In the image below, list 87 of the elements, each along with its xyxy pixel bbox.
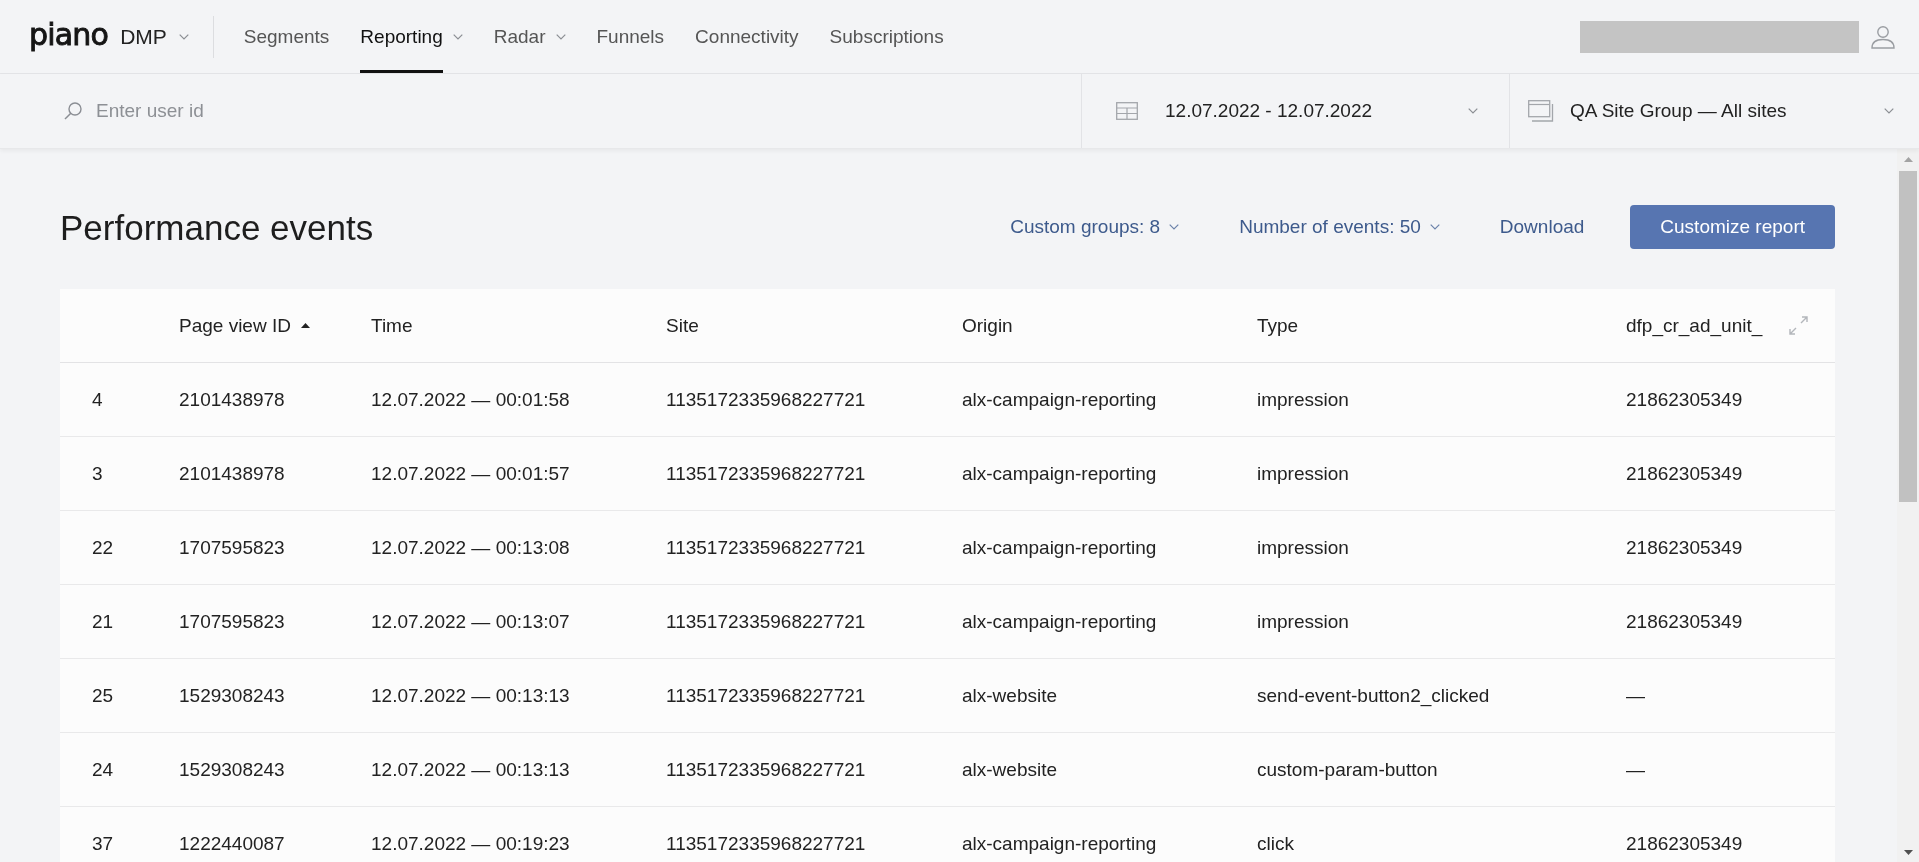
table-cell-text: impression [1257, 610, 1350, 633]
table-cell-text: 12.07.2022 — 00:01:58 [371, 388, 571, 411]
search-input[interactable]: Enter user id [96, 98, 1041, 124]
column-header[interactable]: Site [666, 314, 699, 337]
column-header[interactable]: Time [371, 314, 413, 337]
dropdown-link[interactable]: Number of events: 50 [1239, 216, 1440, 238]
table-cell-text: 1135172335968227721 [666, 684, 867, 707]
caret-icon [1169, 224, 1180, 230]
nav-item[interactable]: Radar [493, 0, 566, 73]
table-cell-text: — [1626, 758, 1646, 781]
table-cell-text: 1135172335968227721 [666, 610, 867, 633]
table-cell-text: 12.07.2022 — 00:13:13 [371, 684, 571, 707]
table-cell-text: 1222440087 [179, 832, 286, 855]
sort-ascending-icon [300, 323, 310, 328]
table-cell-text: 4 [91, 388, 104, 411]
table-cell-text: 1135172335968227721 [666, 462, 867, 485]
table-cell-text: 37 [91, 832, 115, 855]
scrollbar-thumb[interactable] [1899, 171, 1917, 502]
table-cell-text: 24 [91, 758, 115, 781]
table-cell-text: 3 [91, 462, 104, 485]
caret-icon [178, 33, 189, 40]
table-cell-text: 25 [91, 684, 115, 707]
primary-button[interactable]: Customize report [1630, 205, 1835, 249]
table-cell-text: alx-website [962, 758, 1059, 781]
table-cell-text: 21 [91, 610, 115, 633]
download-link[interactable]: Download [1499, 216, 1585, 238]
column-header[interactable]: Origin [962, 314, 1013, 337]
table-cell-text: 2101438978 [179, 388, 286, 411]
table-cell-text: 12.07.2022 — 00:13:08 [371, 536, 571, 559]
table-cell-text: alx-campaign-reporting [962, 832, 1158, 855]
nav-item[interactable]: Funnels [596, 0, 665, 73]
nav-item[interactable]: Segments [243, 0, 330, 73]
table-cell-text: 1707595823 [179, 536, 286, 559]
table-cell-text: impression [1257, 462, 1350, 485]
table-cell-text: 12.07.2022 — 00:19:23 [371, 832, 571, 855]
caret-icon [1468, 108, 1478, 114]
expand-icon[interactable] [1789, 316, 1808, 335]
table-cell-text: 1135172335968227721 [666, 832, 867, 855]
grid-icon [1116, 102, 1138, 120]
table-cell-text: custom-param-button [1257, 758, 1439, 781]
product-switcher[interactable]: DMP [120, 24, 189, 49]
table-cell-text: 21862305349 [1626, 462, 1744, 485]
table-cell-text: alx-campaign-reporting [962, 610, 1158, 633]
windows-icon [1528, 100, 1554, 122]
column-header[interactable]: Page view ID [179, 314, 310, 337]
caret-icon [1884, 108, 1894, 114]
scroll-down-icon[interactable] [1903, 849, 1913, 855]
table-cell-text: alx-website [962, 684, 1059, 707]
table-cell-text: 21862305349 [1626, 832, 1744, 855]
table-cell-text: alx-campaign-reporting [962, 536, 1158, 559]
column-header[interactable]: dfp_cr_ad_unit_ [1626, 314, 1763, 337]
table-cell-text: 1135172335968227721 [666, 388, 867, 411]
nav-item[interactable]: Connectivity [695, 0, 799, 73]
table-cell-text: click [1257, 832, 1295, 855]
table-cell-text: 21862305349 [1626, 610, 1744, 633]
table-cell-text: send-event-button2_clicked [1257, 684, 1491, 707]
dropdown-link[interactable]: Custom groups: 8 [1010, 216, 1180, 238]
nav-item[interactable]: Reporting [360, 0, 463, 73]
table-cell-text: impression [1257, 388, 1350, 411]
table-cell-text: 21862305349 [1626, 536, 1744, 559]
table-cell-text: 1707595823 [179, 610, 286, 633]
page-title: Performance events [60, 209, 375, 245]
table-cell-text: 1529308243 [179, 758, 286, 781]
search-icon [64, 102, 82, 120]
site-group-dropdown[interactable]: QA Site Group — All sites [1509, 74, 1919, 148]
date-range-dropdown[interactable]: 12.07.2022 - 12.07.2022 [1081, 74, 1509, 148]
table-cell-text: 12.07.2022 — 00:01:57 [371, 462, 571, 485]
table-cell-text: impression [1257, 536, 1350, 559]
caret-icon [555, 33, 566, 40]
scroll-up-icon[interactable] [1903, 156, 1913, 162]
table-cell-text: 2101438978 [179, 462, 286, 485]
table-cell-text: 1135172335968227721 [666, 758, 867, 781]
table-cell-text: alx-campaign-reporting [962, 388, 1158, 411]
column-header[interactable]: Type [1257, 314, 1299, 337]
table-cell-text: 12.07.2022 — 00:13:07 [371, 610, 571, 633]
logo[interactable]: piano [29, 19, 109, 50]
table-cell-text: 22 [91, 536, 115, 559]
table-cell-text: 12.07.2022 — 00:13:13 [371, 758, 571, 781]
table-cell-text: 21862305349 [1626, 388, 1744, 411]
nav-item[interactable]: Subscriptions [829, 0, 944, 73]
caret-icon [452, 33, 463, 40]
caret-icon [1429, 224, 1440, 230]
table-cell-text: alx-campaign-reporting [962, 462, 1158, 485]
table-cell-text: — [1626, 684, 1646, 707]
table-cell-text: 1135172335968227721 [666, 536, 867, 559]
user-icon[interactable] [1871, 24, 1895, 49]
table-cell-text: 1529308243 [179, 684, 286, 707]
